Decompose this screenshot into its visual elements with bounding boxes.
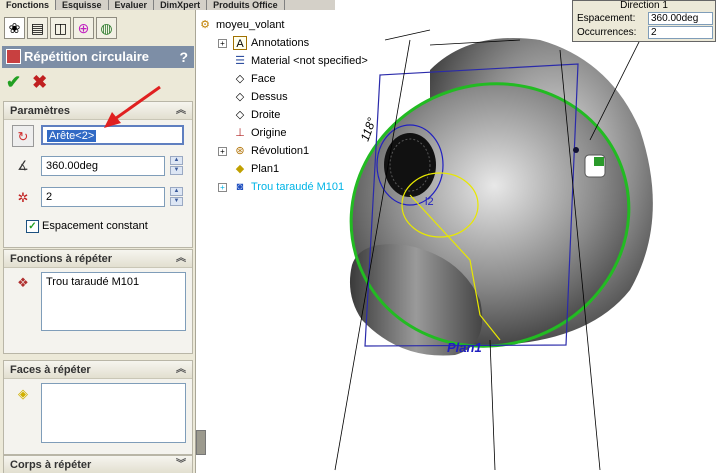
tree-item-dessus[interactable]: ◇ Dessus [218,88,288,106]
panel-title: Répétition circulaire [24,49,149,64]
faces-cube-icon: ◈ [18,386,28,401]
tree-item-origine[interactable]: ⊥ Origine [218,124,286,142]
plane-icon: ◇ [235,73,245,86]
plane-icon: ◇ [235,91,245,104]
collapse-chevron-icon[interactable]: ︽ [176,250,186,268]
direction-callout: Direction 1 Espacement: 360.00deg Occurr… [572,0,716,42]
graphics-viewport[interactable]: 118° l2 Plan1 [206,0,716,473]
group-features-label: Fonctions à répéter [10,253,113,265]
tab-esquisse[interactable]: Esquisse [56,0,109,10]
instances-spinner[interactable]: ▲ ▼ [170,187,183,207]
configuration-manager-icon[interactable]: ◫ [50,17,71,39]
circular-pattern-icon [6,49,21,64]
part-icon: ⚙ [200,19,210,32]
reverse-direction-icon[interactable]: ↻ [12,125,34,147]
expand-icon[interactable]: + [218,146,227,156]
red-arrow-head [104,112,121,128]
equal-spacing-checkbox[interactable]: ✓ [26,220,39,233]
plane-icon: ◇ [235,109,245,122]
display-manager-icon[interactable]: ◍ [96,17,117,39]
annotations-icon: A [233,36,247,51]
tree-item-plan1[interactable]: ◆ Plan1 [218,160,279,178]
ok-check-icon[interactable]: ✔ [6,72,21,92]
help-button[interactable]: ? [179,46,188,68]
expand-icon[interactable]: + [218,38,227,48]
tree-root-label: moyeu_volant [216,19,285,31]
group-bodies-label: Corps à répéter [10,459,92,471]
panel-splitter-handle[interactable] [196,430,206,455]
list-item[interactable]: Trou taraudé M101 [46,276,181,288]
pick-point [573,147,579,153]
tree-item-droite[interactable]: ◇ Droite [218,106,281,124]
angle-input[interactable]: 360.00deg [41,156,165,176]
pattern-axis-value: Arête<2> [47,130,97,142]
equal-spacing-label: Espacement constant [42,220,148,232]
tree-item-revolution1[interactable]: + ⊛ Révolution1 [218,142,309,160]
expand-icon[interactable]: + [218,182,227,192]
tree-item-label: Trou taraudé M101 [251,181,345,193]
axis-line [384,29,431,41]
property-manager-icon[interactable]: ▤ [27,17,48,39]
group-faces-header[interactable]: Faces à répéter ︽ [4,361,192,379]
revolve-icon: ⊛ [235,145,245,158]
dimxpert-manager-icon[interactable]: ⊕ [73,17,94,39]
origin-icon: ⊥ [235,127,245,140]
tree-item-label: Face [251,73,276,85]
features-to-pattern-icon: ❖ [17,275,29,290]
cancel-x-icon[interactable]: ✖ [32,72,47,92]
spacing-input[interactable]: 360.00deg [648,12,713,25]
angle-icon: ∡ [17,158,29,173]
group-faces-label: Faces à répéter [10,364,91,376]
occurrences-input[interactable]: 2 [648,26,713,39]
axis-line [489,339,496,471]
tree-item-label: Droite [251,109,281,121]
instances-input[interactable]: 2 [41,187,165,207]
tab-dimxpert[interactable]: DimXpert [154,0,208,10]
group-features: Fonctions à répéter ︽ ❖ Trou taraudé M10… [3,249,193,354]
cursor-check-badge [594,157,604,166]
ok-cancel-row: ✔ ✖ [6,72,66,92]
tree-item-annotations[interactable]: + A Annotations [218,34,309,52]
group-parametres-label: Paramètres [10,105,70,117]
tree-root[interactable]: ⚙ moyeu_volant [198,16,285,34]
tree-item-label: Material <not specified> [251,55,368,67]
tree-item-label: Plan1 [251,163,280,175]
angle-spinner[interactable]: ▲ ▼ [170,156,183,176]
hole-wizard-icon: ◙ [236,181,244,194]
tree-item-label: Révolution1 [251,145,310,157]
instances-icon: ✲ [17,190,29,205]
annotation-arrow [104,85,161,128]
collapse-chevron-icon[interactable]: ︽ [176,102,186,120]
length-dimension[interactable]: l2 [425,196,434,208]
direction-title: Direction 1 [620,0,668,11]
group-bodies: Corps à répéter ︾ [3,455,193,473]
group-bodies-header[interactable]: Corps à répéter ︾ [4,456,192,473]
collapse-chevron-icon[interactable]: ︽ [176,361,186,379]
spacing-label: Espacement: [577,13,636,24]
tree-item-trou-taraude[interactable]: + ◙ Trou taraudé M101 [218,178,344,196]
tab-fonctions[interactable]: Fonctions [0,0,56,10]
tree-item-face[interactable]: ◇ Face [218,70,276,88]
tree-item-material[interactable]: ☰ Material <not specified> [218,52,368,70]
plane-icon: ◆ [235,163,245,176]
solidworks-window: Fonctions Esquisse Evaluer DimXpert Prod… [0,0,716,473]
group-features-header[interactable]: Fonctions à répéter ︽ [4,250,192,268]
tree-item-label: Origine [251,127,287,139]
tab-evaluer[interactable]: Evaluer [108,0,155,10]
material-icon: ☰ [235,55,245,68]
faces-list[interactable] [41,383,186,443]
tree-item-label: Dessus [251,91,288,103]
feature-manager-icon[interactable]: ❀ [4,17,25,39]
plane-label[interactable]: Plan1 [447,340,482,355]
panel-title-bar: Répétition circulaire ? [2,46,194,68]
occurrences-label: Occurrences: [577,27,637,38]
collapse-chevron-icon[interactable]: ︾ [176,456,186,473]
tree-item-label: Annotations [251,37,310,49]
angle-dimension[interactable]: 118° [358,116,379,143]
red-arrow-shaft [111,85,161,123]
group-faces: Faces à répéter ︽ ◈ [3,360,193,455]
features-list[interactable]: Trou taraudé M101 [41,272,186,331]
manager-tabs: ❀ ▤ ◫ ⊕ ◍ [2,11,196,45]
